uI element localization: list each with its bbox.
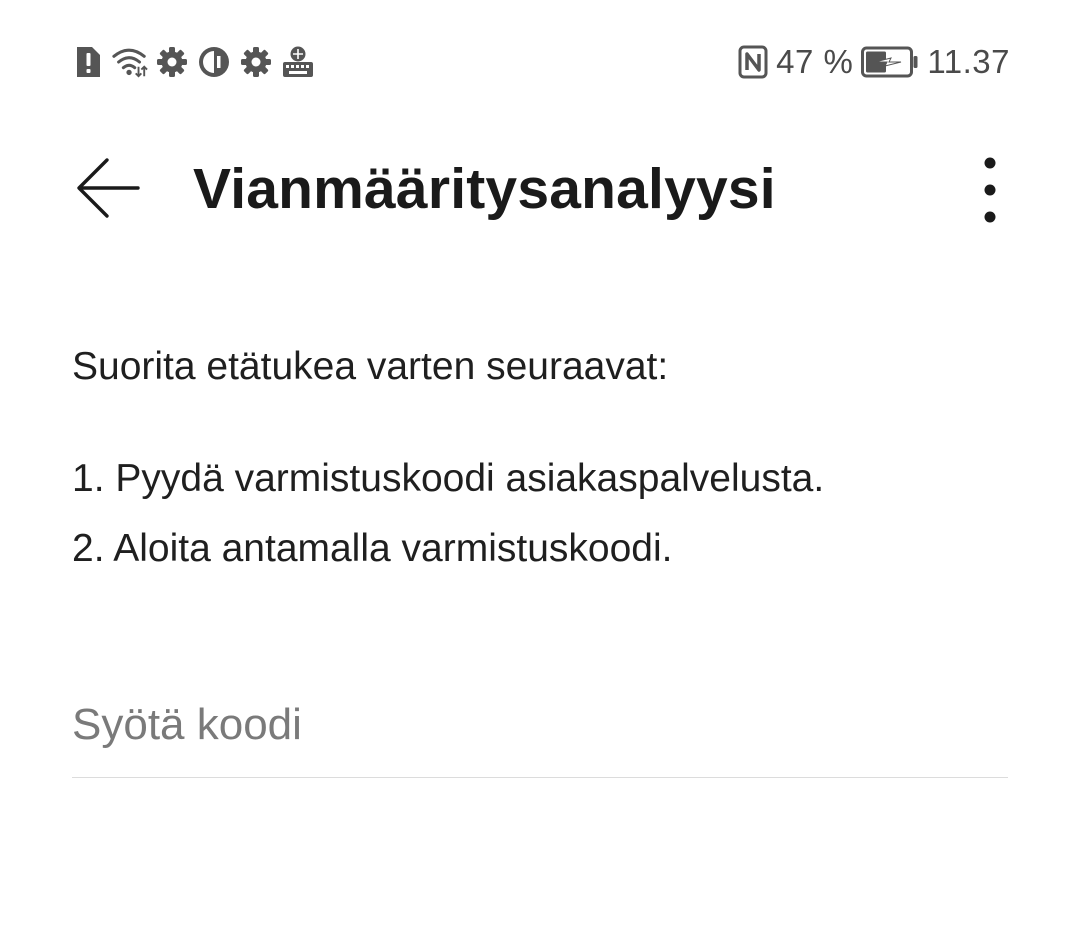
page-title: Vianmääritysanalyysi xyxy=(193,157,776,221)
more-options-button[interactable] xyxy=(960,148,1020,232)
settings-icon xyxy=(154,44,190,80)
intro-text: Suorita etätukea varten seuraavat: xyxy=(72,345,669,388)
back-button[interactable] xyxy=(66,146,150,230)
steps-list: 1. Pyydä varmistuskoodi asiakaspalvelust… xyxy=(72,444,1012,584)
clock: 11.37 xyxy=(927,43,1010,80)
app-bar: Vianmääritysanalyysi xyxy=(0,124,1080,254)
battery-percent: 47 % xyxy=(776,43,854,80)
code-field xyxy=(72,685,1008,778)
arrow-left-icon xyxy=(74,156,142,220)
more-vertical-icon xyxy=(982,155,998,225)
settings-icon xyxy=(238,44,274,80)
status-notification-icons xyxy=(70,42,316,82)
keyboard-icon xyxy=(280,44,316,80)
step-item: 2. Aloita antamalla varmistuskoodi. xyxy=(72,527,673,570)
battery-charging-icon xyxy=(861,46,919,78)
status-system-indicators: 47 % 11.37 xyxy=(738,40,1010,84)
vpn-icon xyxy=(196,44,232,80)
step-item: 1. Pyydä varmistuskoodi asiakaspalvelust… xyxy=(72,457,825,500)
status-bar: 47 % 11.37 xyxy=(0,0,1080,124)
instructions: Suorita etätukea varten seuraavat: 1. Py… xyxy=(72,340,1012,584)
code-input[interactable] xyxy=(72,685,1008,765)
nfc-icon xyxy=(738,45,768,79)
alert-icon xyxy=(70,44,106,80)
wifi-icon xyxy=(112,44,148,80)
